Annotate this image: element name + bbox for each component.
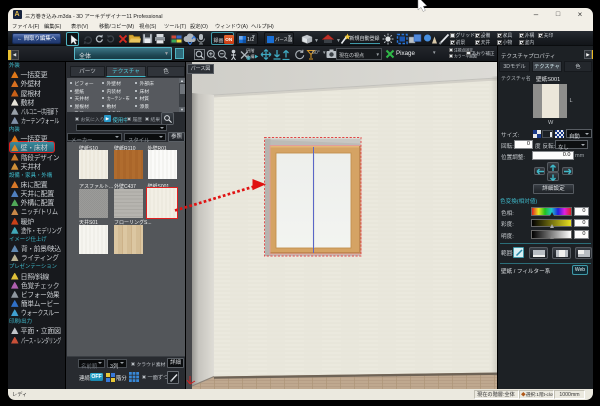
- svg-text:▼: ▼: [314, 38, 319, 44]
